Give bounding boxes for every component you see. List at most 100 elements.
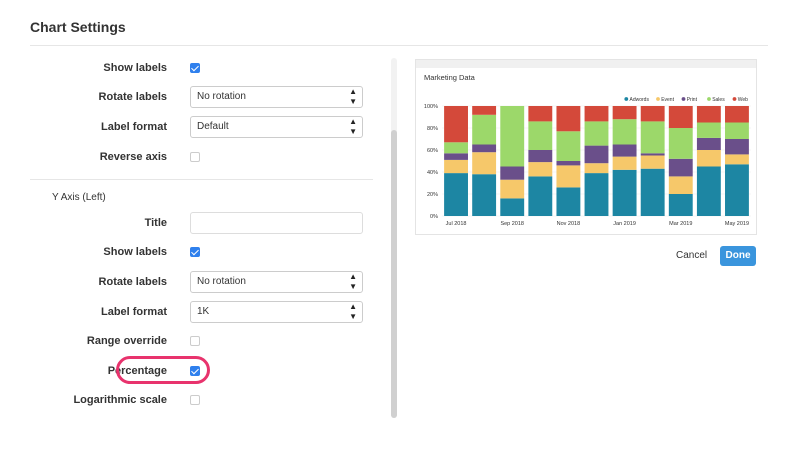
x-tick-label: Jan 2019: [613, 221, 636, 227]
x-label-format-row: Label format Default ▲ ▼: [0, 116, 380, 138]
bar-segment: [444, 142, 468, 154]
x-rotate-labels-row: Rotate labels No rotation ▲ ▼: [0, 86, 380, 108]
bar-segment: [668, 128, 693, 159]
x-rotate-labels-value: No rotation: [197, 91, 246, 102]
bar-segment: [725, 122, 749, 139]
legend-label: Event: [661, 97, 674, 103]
y-logarithmic-scale-label: Logarithmic scale: [73, 394, 167, 406]
bar-segment: [696, 150, 721, 167]
chart-svg: Marketing Data 0% 20% 40% 60% 80% 100% Jul 2018…: [424, 73, 751, 227]
bar-segment: [668, 176, 693, 194]
bar-segment: [696, 106, 721, 123]
bar-segment: [584, 145, 609, 164]
bar-segment: [612, 144, 637, 157]
bar-segment: [444, 153, 468, 160]
y-label-format-label: Label format: [100, 306, 167, 318]
bar-segment: [556, 161, 581, 166]
x-label-format-label: Label format: [100, 121, 167, 133]
page-title: Chart Settings: [30, 19, 126, 35]
y-range-override-label: Range override: [86, 335, 167, 347]
highlight-annotation: [116, 356, 210, 384]
bar-segment: [725, 139, 749, 155]
x-label-format-select[interactable]: Default ▲ ▼: [190, 116, 363, 138]
bar-segment: [444, 173, 468, 216]
bar-segment: [725, 106, 749, 123]
x-show-labels-checkbox[interactable]: [190, 63, 200, 73]
y-label-format-row: Label format 1K ▲ ▼: [0, 301, 380, 323]
bar-segment: [640, 168, 665, 216]
y-logarithmic-scale-checkbox[interactable]: [190, 395, 200, 405]
bar-segment: [640, 121, 665, 154]
y-axis-heading: Y Axis (Left): [52, 192, 106, 203]
x-tick-label: Nov 2018: [557, 221, 581, 227]
legend-label: Web: [738, 97, 748, 103]
bar-segment: [612, 106, 637, 120]
y-rotate-labels-select[interactable]: No rotation ▲ ▼: [190, 271, 363, 293]
y-tick-label: 100%: [424, 104, 438, 110]
legend-swatch: [707, 97, 711, 101]
y-show-labels-label: Show labels: [103, 246, 167, 258]
select-arrows-icon: ▲ ▼: [349, 117, 357, 136]
y-rotate-labels-label: Rotate labels: [98, 276, 167, 288]
legend-label: Adwords: [630, 97, 650, 103]
bar-segment: [612, 169, 637, 216]
header-divider: [30, 45, 768, 46]
bar-segment: [668, 158, 693, 177]
bar-segment: [584, 106, 609, 122]
bar-segment: [528, 121, 553, 150]
x-rotate-labels-select[interactable]: No rotation ▲ ▼: [190, 86, 363, 108]
y-range-override-row: Range override: [0, 330, 380, 352]
bar-segment: [584, 163, 609, 174]
y-show-labels-checkbox[interactable]: [190, 247, 200, 257]
section-divider: [30, 179, 373, 180]
scrollbar-thumb[interactable]: [391, 130, 397, 418]
y-tick-label: 60%: [427, 148, 438, 154]
y-rotate-labels-value: No rotation: [197, 276, 246, 287]
bar-segment: [528, 150, 553, 163]
bar-segment: [500, 179, 525, 199]
x-show-labels-row: Show labels: [0, 57, 380, 79]
bar-segment: [725, 164, 749, 216]
x-show-labels-label: Show labels: [103, 62, 167, 74]
y-title-row: Title: [0, 212, 380, 234]
x-reverse-axis-label: Reverse axis: [99, 151, 167, 163]
x-reverse-axis-checkbox[interactable]: [190, 152, 200, 162]
x-label-format-value: Default: [197, 121, 229, 132]
x-reverse-axis-row: Reverse axis: [0, 146, 380, 168]
y-logarithmic-scale-row: Logarithmic scale: [0, 389, 380, 411]
x-tick-label: May 2019: [725, 221, 749, 227]
legend-swatch: [624, 97, 629, 101]
select-arrows-icon: ▲ ▼: [349, 302, 357, 321]
bar-segment: [640, 153, 665, 156]
y-title-input[interactable]: [190, 212, 363, 234]
x-rotate-labels-label: Rotate labels: [98, 91, 167, 103]
bar-segment: [528, 106, 553, 122]
bar-segment: [528, 162, 553, 177]
bar-segment: [556, 106, 581, 132]
bar-segment: [640, 106, 665, 122]
bar-segment: [696, 137, 721, 150]
x-tick-label: Sep 2018: [500, 221, 524, 227]
x-tick-label: Jul 2018: [446, 221, 467, 227]
x-tick-label: Mar 2019: [669, 221, 692, 227]
y-tick-label: 0%: [430, 214, 438, 220]
bar-segment: [612, 119, 637, 145]
y-tick-label: 40%: [427, 170, 438, 176]
done-button[interactable]: Done: [720, 246, 756, 266]
bar-segment: [725, 154, 749, 165]
y-title-label: Title: [144, 217, 167, 229]
select-arrows-icon: ▲ ▼: [349, 87, 357, 106]
legend-label: Sales: [712, 97, 725, 103]
bar-segment: [612, 156, 637, 170]
chart-preview: Marketing Data 0% 20% 40% 60% 80% 100% Jul 2018…: [415, 59, 757, 235]
y-label-format-select[interactable]: 1K ▲ ▼: [190, 301, 363, 323]
bar-segment: [472, 152, 497, 175]
cancel-button[interactable]: Cancel: [676, 246, 707, 266]
y-tick-label: 20%: [427, 192, 438, 198]
bar-segment: [556, 165, 581, 188]
bar-segment: [696, 122, 721, 138]
y-range-override-checkbox[interactable]: [190, 336, 200, 346]
bar-segment: [472, 114, 497, 145]
bar-segment: [500, 106, 525, 167]
bar-segment: [472, 106, 497, 115]
